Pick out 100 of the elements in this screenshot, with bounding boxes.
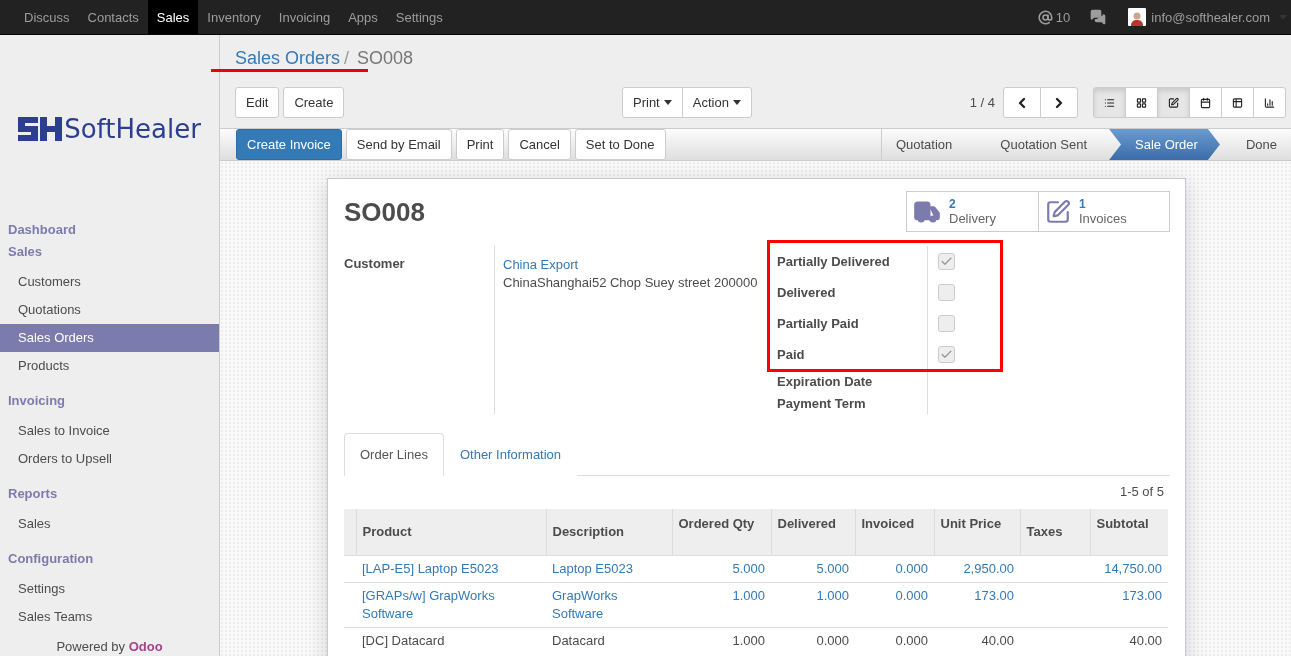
dropdown-button[interactable]: Action xyxy=(681,87,752,118)
sidebar-item[interactable]: Sales xyxy=(0,510,219,539)
powered-by-text: Powered by xyxy=(56,639,126,654)
mentions-link[interactable]: 10 xyxy=(1037,9,1071,25)
table-cell: GrapWorks Software xyxy=(546,582,672,627)
table-cell: [LAP-E5] Laptop E5023 xyxy=(356,555,546,582)
table-cell: Laptop E5023 xyxy=(546,555,672,582)
status-stage[interactable]: Done xyxy=(1219,129,1291,160)
table-cell: 1.000 xyxy=(672,582,771,627)
view-switch-button[interactable] xyxy=(1253,87,1286,118)
column-header[interactable]: Taxes xyxy=(1020,509,1090,555)
table-cell: 14,750.00 xyxy=(1090,555,1168,582)
sidebar-item[interactable]: Sales to Invoice xyxy=(0,417,219,446)
view-switch-button[interactable] xyxy=(1093,87,1126,118)
caret-icon xyxy=(663,100,672,105)
column-header[interactable]: Invoiced xyxy=(855,509,934,555)
workflow-button[interactable]: Send by Email xyxy=(345,129,452,160)
sidebar-item[interactable]: Settings xyxy=(0,575,219,604)
tab[interactable]: Order Lines xyxy=(344,433,444,476)
table-cell: 40.00 xyxy=(1090,627,1168,654)
breadcrumb-link[interactable]: Sales Orders xyxy=(235,47,341,69)
workflow-button[interactable]: Create Invoice xyxy=(236,129,342,160)
app-menu-item[interactable]: Invoicing xyxy=(269,0,340,34)
avatar-icon xyxy=(1128,8,1147,26)
app-menu-item[interactable]: Inventory xyxy=(198,0,270,34)
column-header[interactable]: Ordered Qty xyxy=(672,509,771,555)
app-menu-item[interactable]: Settings xyxy=(386,0,452,34)
caret-icon xyxy=(732,100,741,105)
table-cell: 2,950.00 xyxy=(934,555,1020,582)
table-icon xyxy=(1232,95,1243,110)
table-cell: [GRAPs/w] GrapWorks Software xyxy=(356,582,546,627)
workflow-button[interactable]: Print xyxy=(455,129,505,160)
column-header[interactable]: Unit Price xyxy=(934,509,1020,555)
sidebar-item[interactable]: Sales Teams xyxy=(0,603,219,632)
table-cell: 0.000 xyxy=(855,555,934,582)
pager-text: 1-5 of 5 xyxy=(1119,484,1164,501)
field-label: Partially Delivered xyxy=(777,253,891,271)
column-header[interactable]: Description xyxy=(546,509,672,555)
checkbox[interactable] xyxy=(938,315,955,332)
grid-view-icon xyxy=(1136,95,1147,110)
view-switch-button[interactable] xyxy=(1221,87,1254,118)
table-cell: 5.000 xyxy=(672,555,771,582)
checkbox[interactable] xyxy=(938,346,955,363)
table-cell: 0.000 xyxy=(855,627,934,654)
app-menu-item[interactable]: Apps xyxy=(339,0,387,34)
field-label: Partially Paid xyxy=(777,315,860,333)
toolbar-button[interactable]: Edit xyxy=(235,87,280,118)
at-sign-icon xyxy=(1037,9,1053,25)
sidebar-item[interactable]: Sales Orders xyxy=(0,324,219,353)
view-switch-button[interactable] xyxy=(1189,87,1222,118)
checkmark-icon xyxy=(940,348,953,361)
column-header[interactable]: Delivered xyxy=(771,509,855,555)
checkbox[interactable] xyxy=(938,284,955,301)
status-stage[interactable]: Sale Order xyxy=(1109,129,1220,160)
app-menu-item[interactable]: Discuss xyxy=(15,0,79,34)
table-cell: 1.000 xyxy=(771,582,855,627)
field-label: Customer xyxy=(344,256,406,271)
logo-text: SoftHealer xyxy=(64,113,201,144)
table-cell: 173.00 xyxy=(934,582,1020,627)
chat-icon[interactable] xyxy=(1090,9,1107,25)
view-switch-button[interactable] xyxy=(1157,87,1190,118)
sidebar-item[interactable]: Customers xyxy=(0,268,219,297)
status-stage[interactable]: Quotation xyxy=(881,129,975,160)
workflow-button[interactable]: Set to Done xyxy=(574,129,666,160)
record-title: SO008 xyxy=(344,197,425,228)
pager-text: 1 / 4 xyxy=(969,95,995,110)
brand-link[interactable]: Odoo xyxy=(128,639,163,654)
user-menu[interactable]: info@softhealer.com xyxy=(1128,8,1287,26)
customer-address: ChinaShanghai52 Chop Suey street 200000 xyxy=(503,274,758,292)
dropdown-button[interactable]: Print xyxy=(622,87,683,118)
field-label: Payment Term xyxy=(777,394,867,413)
checkbox[interactable] xyxy=(938,253,955,270)
column-header[interactable]: Product xyxy=(356,509,546,555)
calendar-icon xyxy=(1200,95,1211,110)
pencil-square-icon xyxy=(1045,198,1071,225)
app-menu-item[interactable]: Contacts xyxy=(78,0,148,34)
breadcrumb-current: SO008 xyxy=(357,47,414,69)
sidebar-item[interactable]: Products xyxy=(0,352,219,381)
field-label: Delivered xyxy=(777,284,837,302)
app-menu-item[interactable]: Sales xyxy=(147,0,199,34)
previous-button[interactable] xyxy=(1003,87,1041,118)
sidebar-item[interactable]: Quotations xyxy=(0,296,219,325)
field-label: Expiration Date xyxy=(777,372,874,391)
table-cell: [DC] Datacard xyxy=(356,627,546,654)
table-cell: 173.00 xyxy=(1090,582,1168,627)
breadcrumb-separator: / xyxy=(344,47,350,69)
table-cell: 0.000 xyxy=(855,582,934,627)
logo-mark-icon xyxy=(18,116,63,141)
table-cell: 40.00 xyxy=(934,627,1020,654)
customer-link[interactable]: China Export xyxy=(503,256,758,274)
status-stage[interactable]: Quotation Sent xyxy=(974,129,1110,160)
toolbar-button[interactable]: Create xyxy=(283,87,345,118)
form-view-icon xyxy=(1168,95,1179,110)
view-switch-button[interactable] xyxy=(1125,87,1158,118)
table-cell: 5.000 xyxy=(771,555,855,582)
column-header[interactable]: Subtotal xyxy=(1090,509,1168,555)
sidebar-item[interactable]: Orders to Upsell xyxy=(0,445,219,474)
workflow-button[interactable]: Cancel xyxy=(508,129,571,160)
next-button[interactable] xyxy=(1040,87,1078,118)
table-cell: Datacard xyxy=(546,627,672,654)
